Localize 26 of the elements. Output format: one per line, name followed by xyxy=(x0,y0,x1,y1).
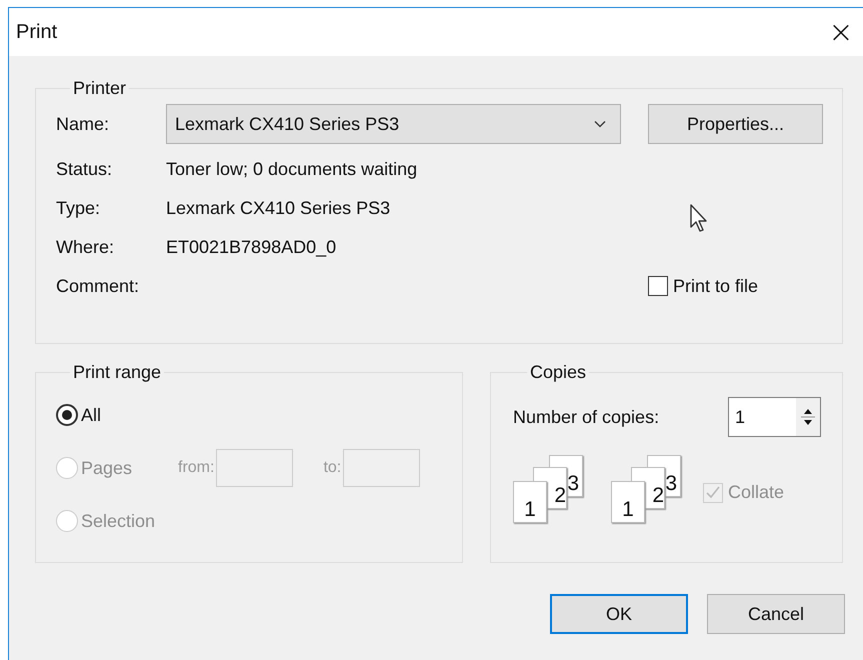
radio-option[interactable]: All xyxy=(56,404,178,426)
to-label: to: xyxy=(323,459,342,477)
info-value: Toner low; 0 documents waiting xyxy=(166,158,418,180)
dialog-button[interactable]: Cancel xyxy=(707,594,845,634)
info-label: Where: xyxy=(56,236,116,258)
dialog-button[interactable]: OK xyxy=(550,594,688,634)
properties-button[interactable]: Properties... xyxy=(648,104,823,144)
group-label: Printer xyxy=(72,78,128,99)
group-label: Print range xyxy=(72,362,162,383)
printer-dropdown[interactable]: Lexmark CX410 Series PS3 xyxy=(166,104,621,144)
copies-label: Number of copies: xyxy=(513,406,660,428)
info-value: Lexmark CX410 Series PS3 xyxy=(166,198,392,218)
close-button[interactable]: × xyxy=(818,9,863,55)
page-sheet: 1 xyxy=(513,481,547,523)
print-to-file-checkbox[interactable]: Print to file xyxy=(648,276,823,296)
chevron-down-icon xyxy=(594,120,606,128)
info-label: Status: xyxy=(56,158,114,180)
info-label: Comment: xyxy=(56,276,140,296)
from-label: from: xyxy=(178,459,214,477)
page-sheet: 1 xyxy=(611,481,645,523)
info-value: ET0021B7898AD0_0 xyxy=(166,236,338,258)
window-title: Print xyxy=(16,20,58,44)
copies-spinner[interactable]: 1 xyxy=(728,397,821,437)
group-label: Copies xyxy=(529,362,588,383)
name-label: Name: xyxy=(56,114,110,134)
info-label: Type: xyxy=(56,198,102,218)
